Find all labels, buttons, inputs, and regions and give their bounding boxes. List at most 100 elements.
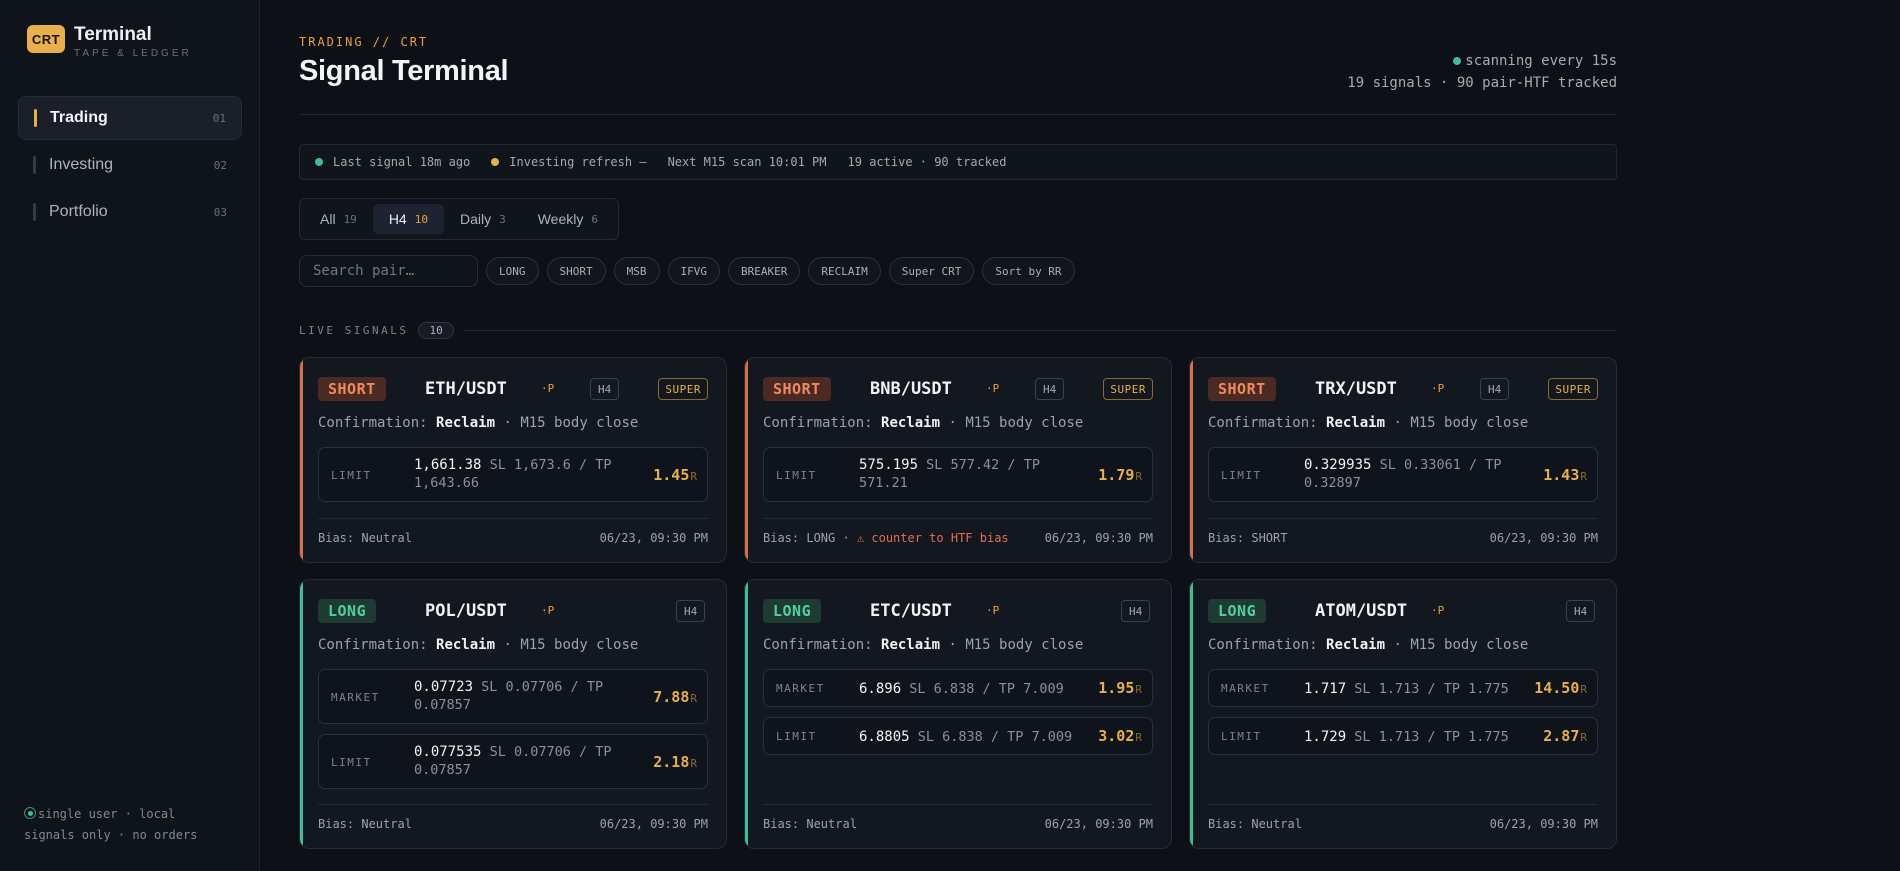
confirmation-text: Confirmation: Reclaim · M15 body close: [763, 637, 1083, 653]
filter-chip-msb[interactable]: MSB: [613, 257, 660, 285]
super-badge: SUPER: [1548, 378, 1598, 400]
bias-label: Bias: Neutral: [763, 817, 857, 831]
order-row[interactable]: LIMIT 0.077535 SL 0.07706 / TP 0.07857 2.18…: [318, 734, 708, 789]
nav-indicator: [33, 203, 36, 221]
filter-bar: LONG SHORT MSB IFVG BREAKER RECLAIM Supe…: [299, 255, 1083, 287]
sidebar-item-trading[interactable]: Trading 01: [18, 96, 242, 140]
brand[interactable]: CRT Terminal TAPE & LEDGER: [27, 25, 192, 59]
rr-unit: R: [1580, 731, 1587, 744]
entry-price: 0.077535: [414, 744, 482, 760]
timeframe-badge: H4: [1035, 378, 1065, 400]
tab-label: Daily: [459, 211, 492, 227]
bias-text: Bias: Neutral: [763, 817, 857, 831]
pair-name: POL/USDT: [425, 601, 507, 621]
sort-by-rr-button[interactable]: Sort by RR: [982, 257, 1075, 285]
signal-timestamp: 06/23, 09:30 PM: [599, 531, 708, 545]
bias-text: Bias: SHORT: [1208, 531, 1287, 545]
timeframe-tabs: All 19 H4 10 Daily 3 Weekly 6: [299, 198, 619, 240]
signal-timestamp: 06/23, 09:30 PM: [1489, 817, 1598, 831]
risk-reward: 1.79R: [1098, 466, 1142, 484]
bias-text: Bias: LONG · ⚠ counter to HTF bias: [763, 531, 1009, 545]
risk-reward: 14.50R: [1534, 679, 1587, 697]
order-row[interactable]: MARKET 1.717 SL 1.713 / TP 1.775 14.50R: [1208, 669, 1598, 707]
super-badge: SUPER: [658, 378, 708, 400]
timeframe-badge: H4: [1121, 600, 1151, 622]
footer-line-2: signals only · no orders: [24, 828, 198, 842]
rr-value: 1.43: [1543, 465, 1580, 484]
rr-value: 3.02: [1098, 727, 1135, 745]
order-row[interactable]: LIMIT 6.8805 SL 6.838 / TP 7.009 3.02R: [763, 717, 1153, 755]
filter-chip-short[interactable]: SHORT: [546, 257, 606, 285]
order-row[interactable]: LIMIT 575.195 SL 577.42 / TP 571.21 1.79R: [763, 447, 1153, 502]
bias-text: Bias: Neutral: [1208, 817, 1302, 831]
sl-tp: SL 1.713 / TP 1.775: [1354, 729, 1509, 745]
confirmation-detail: · M15 body close: [948, 415, 1084, 431]
bias-label: Bias: Neutral: [318, 817, 412, 831]
order-prices: 0.329935 SL 0.33061 / TP 0.32897: [1304, 456, 1524, 492]
confirmation-type: Reclaim: [436, 415, 496, 431]
super-badge: SUPER: [1103, 378, 1153, 400]
timeframe-badge: H4: [1566, 600, 1596, 622]
signal-card[interactable]: SHORT TRX/USDT ·P H4 SUPER Confirmation: Recl…: [1189, 357, 1617, 563]
status-dot-icon: [24, 807, 36, 819]
investing-refresh-text: Investing refresh —: [509, 155, 647, 169]
entry-price: 575.195: [859, 457, 919, 473]
confirmation-type: Reclaim: [1326, 637, 1386, 653]
card-footer: Bias: Neutral 06/23, 09:30 PM: [763, 817, 1153, 831]
order-row[interactable]: LIMIT 1,661.38 SL 1,673.6 / TP 1,643.66 1.4…: [318, 447, 708, 502]
signal-card[interactable]: LONG POL/USDT ·P H4 Confirmation: Reclaim · …: [299, 579, 727, 849]
side-accent-bar: [300, 358, 303, 562]
side-badge: LONG: [318, 599, 377, 623]
brand-logo-badge: CRT: [27, 25, 65, 53]
sidebar-item-label: Portfolio: [49, 203, 108, 220]
last-signal-text: Last signal 18m ago: [333, 155, 471, 169]
order-row[interactable]: MARKET 6.896 SL 6.838 / TP 7.009 1.95R: [763, 669, 1153, 707]
card-divider: [763, 804, 1153, 805]
sl-tp: SL 1,673.6 / TP: [489, 457, 612, 473]
order-row[interactable]: LIMIT 0.329935 SL 0.33061 / TP 0.32897 1.43…: [1208, 447, 1598, 502]
sidebar-item-investing[interactable]: Investing 02: [18, 143, 242, 187]
rr-value: 14.50: [1534, 679, 1580, 697]
side-badge: SHORT: [1208, 377, 1276, 401]
filter-chip-ifvg[interactable]: IFVG: [667, 257, 720, 285]
filter-chip-reclaim[interactable]: RECLAIM: [808, 257, 881, 285]
filter-chip-breaker[interactable]: BREAKER: [728, 257, 801, 285]
filter-chip-super-crt[interactable]: Super CRT: [888, 257, 975, 285]
risk-reward: 7.88R: [653, 688, 697, 706]
entry-price: 6.896: [859, 681, 902, 697]
bias-label: Bias: Neutral: [318, 531, 412, 545]
tab-all[interactable]: All 19: [304, 204, 373, 234]
bias-text: Bias: Neutral: [318, 817, 412, 831]
confirmation-type: Reclaim: [1326, 415, 1386, 431]
filter-chip-long[interactable]: LONG: [486, 257, 539, 285]
sl-tp: SL 6.838 / TP 7.009: [909, 681, 1064, 697]
order-row[interactable]: LIMIT 1.729 SL 1.713 / TP 1.775 2.87R: [1208, 717, 1598, 755]
sidebar-item-number: 01: [212, 111, 226, 125]
pair-name: TRX/USDT: [1315, 379, 1397, 399]
timeframe-badge: H4: [590, 378, 620, 400]
tp-value: 1,643.66: [414, 475, 480, 491]
tab-label: All: [320, 211, 336, 227]
signal-card[interactable]: SHORT BNB/USDT ·P H4 SUPER Confirmation: Recl…: [744, 357, 1172, 563]
p-marker: ·P: [1431, 382, 1445, 395]
tab-h4[interactable]: H4 10: [372, 204, 444, 234]
rr-unit: R: [1135, 731, 1142, 744]
sidebar-item-portfolio[interactable]: Portfolio 03: [18, 190, 242, 234]
sl-tp: SL 0.07706 / TP: [489, 744, 612, 760]
rr-value: 1.45: [653, 465, 690, 484]
page-eyebrow: TRADING // CRT: [299, 35, 429, 49]
tab-daily[interactable]: Daily 3: [444, 204, 522, 234]
rr-unit: R: [690, 691, 697, 705]
entry-price: 0.329935: [1304, 457, 1372, 473]
signal-card[interactable]: LONG ATOM/USDT ·P H4 Confirmation: Reclaim ·…: [1189, 579, 1617, 849]
signal-timestamp: 06/23, 09:30 PM: [599, 817, 708, 831]
tab-weekly[interactable]: Weekly 6: [522, 204, 614, 234]
order-type: MARKET: [331, 690, 380, 704]
signal-card[interactable]: SHORT ETH/USDT ·P H4 SUPER Confirmation: Recl…: [299, 357, 727, 563]
amber-dot-icon: [491, 158, 500, 166]
signal-card[interactable]: LONG ETC/USDT ·P H4 Confirmation: Reclaim · …: [744, 579, 1172, 849]
order-row[interactable]: MARKET 0.07723 SL 0.07706 / TP 0.07857 7.88…: [318, 669, 708, 724]
p-marker: ·P: [1431, 604, 1445, 617]
search-input[interactable]: [299, 255, 478, 287]
confirmation-label: Confirmation:: [763, 637, 873, 653]
